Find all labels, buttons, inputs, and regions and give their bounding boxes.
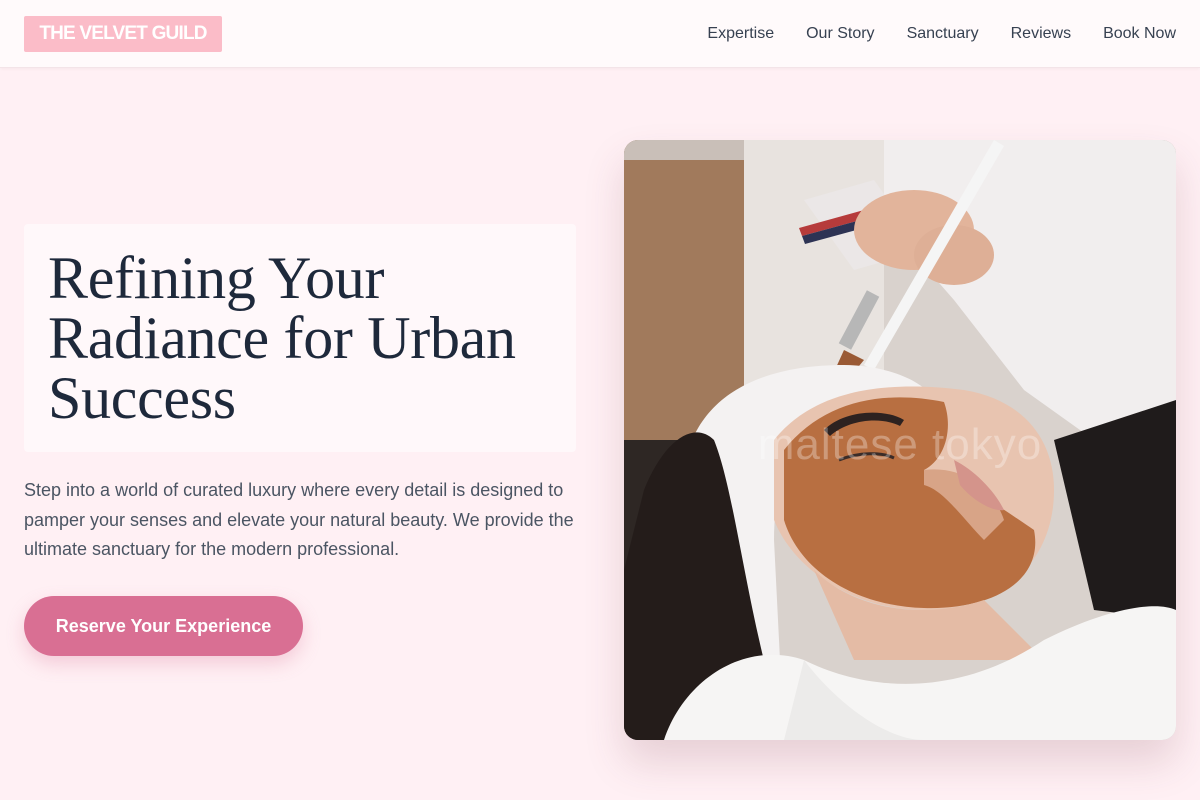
nav-link-book-now[interactable]: Book Now	[1103, 25, 1176, 43]
nav-link-our-story[interactable]: Our Story	[806, 25, 874, 43]
reserve-experience-button[interactable]: Reserve Your Experience	[24, 596, 303, 656]
headline-line-1: Refining Your	[48, 245, 385, 311]
headline-line-3: Success	[48, 365, 236, 431]
brand-logo[interactable]: THE VELVET GUILD	[24, 16, 222, 52]
nav-link-expertise[interactable]: Expertise	[707, 25, 774, 43]
nav-link-sanctuary[interactable]: Sanctuary	[907, 25, 979, 43]
main-nav: Expertise Our Story Sanctuary Reviews Bo…	[707, 0, 1176, 68]
headline-line-2: Radiance for Urban	[48, 305, 516, 371]
nav-link-reviews[interactable]: Reviews	[1011, 25, 1071, 43]
hero-description: Step into a world of curated luxury wher…	[24, 480, 574, 559]
site-header: THE VELVET GUILD Expertise Our Story San…	[0, 0, 1200, 68]
headline-panel: Refining Your Radiance for Urban Success	[24, 224, 576, 452]
hero-photo: maltese tokyo	[624, 140, 1176, 740]
hero-headline: Refining Your Radiance for Urban Success	[48, 248, 552, 428]
image-watermark: maltese tokyo	[757, 420, 1043, 469]
